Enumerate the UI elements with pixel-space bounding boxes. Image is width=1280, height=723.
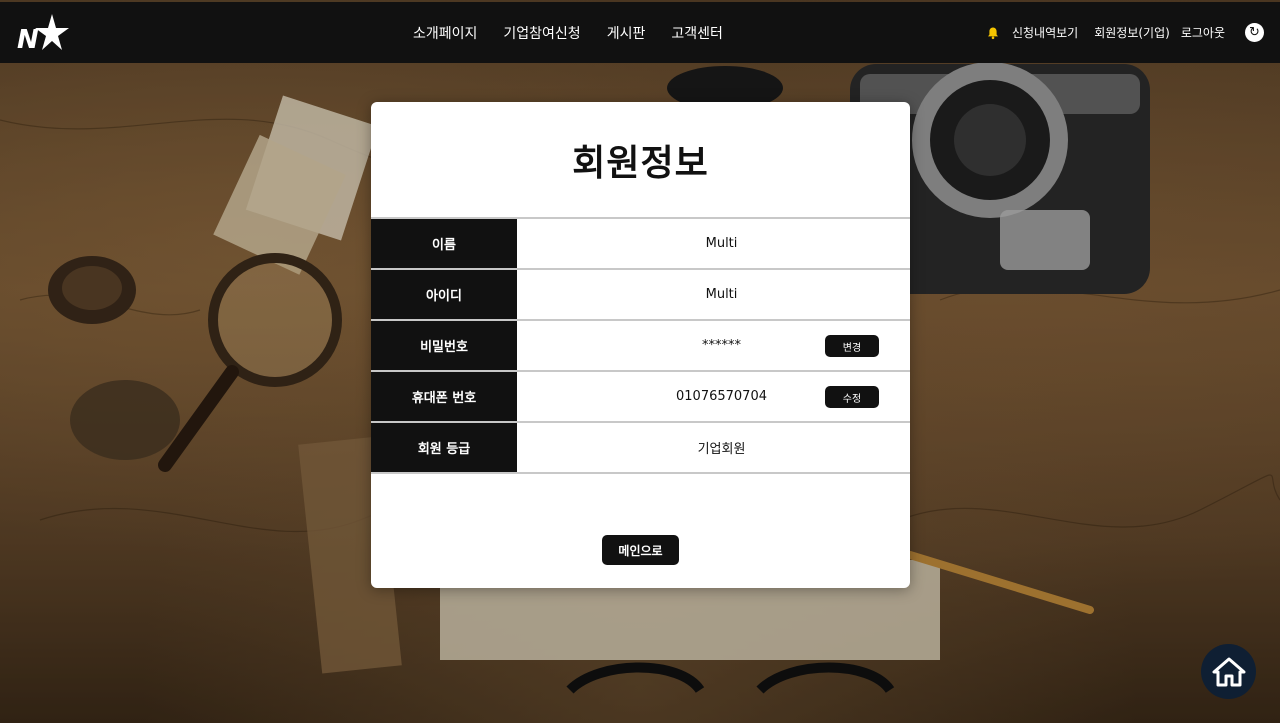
- row-label: 아이디: [371, 270, 517, 319]
- row-value: 기업회원: [517, 423, 910, 472]
- member-grade-value: 기업회원: [697, 442, 746, 457]
- row-label: 휴대폰 번호: [371, 372, 517, 421]
- row-value: 01076570704 수정: [517, 372, 910, 421]
- row-value: Multi: [517, 270, 910, 319]
- table-row-id: 아이디 Multi: [371, 270, 910, 321]
- n-star-logo-icon: N: [17, 14, 69, 55]
- applications-link[interactable]: 신청내역보기: [1012, 24, 1078, 41]
- logout-link[interactable]: 로그아웃: [1181, 24, 1225, 41]
- nav-link-board[interactable]: 게시판: [607, 23, 646, 43]
- bell-icon[interactable]: [986, 26, 1000, 40]
- brand-logo[interactable]: N: [14, 10, 70, 56]
- refresh-icon[interactable]: ↻: [1245, 23, 1264, 42]
- home-button[interactable]: [1201, 644, 1256, 699]
- table-row-password: 비밀번호 ****** 변경: [371, 321, 910, 372]
- member-info-link[interactable]: 회원정보(기업): [1094, 24, 1170, 41]
- edit-phone-button[interactable]: 수정: [825, 386, 879, 408]
- row-label: 회원 등급: [371, 423, 517, 472]
- table-row-grade: 회원 등급 기업회원: [371, 423, 910, 474]
- password-value: ******: [702, 338, 741, 353]
- row-value: Multi: [517, 219, 910, 268]
- member-info-card: 회원정보 이름 Multi 아이디 Multi 비밀번호 ****** 변경 휴…: [371, 102, 910, 588]
- nav-link-company-apply[interactable]: 기업참여신청: [503, 23, 580, 43]
- member-info-table: 이름 Multi 아이디 Multi 비밀번호 ****** 변경 휴대폰 번호…: [371, 217, 910, 474]
- top-navigation-bar: N 소개페이지 기업참여신청 게시판 고객센터 신청내역보기 회원정보(기업) …: [0, 2, 1280, 63]
- row-value: ****** 변경: [517, 321, 910, 370]
- name-value: Multi: [705, 236, 738, 251]
- nav-link-support[interactable]: 고객센터: [671, 23, 723, 43]
- home-icon: [1212, 657, 1245, 686]
- go-main-button[interactable]: 메인으로: [602, 535, 679, 565]
- utility-menu: 신청내역보기 회원정보(기업) 로그아웃 ↻: [986, 2, 1264, 63]
- row-label: 이름: [371, 219, 517, 268]
- change-password-button[interactable]: 변경: [825, 335, 879, 357]
- svg-text:N: N: [17, 25, 39, 55]
- main-menu: 소개페이지 기업참여신청 게시판 고객센터: [413, 2, 749, 63]
- row-label: 비밀번호: [371, 321, 517, 370]
- table-row-name: 이름 Multi: [371, 219, 910, 270]
- id-value: Multi: [705, 287, 738, 302]
- nav-link-about[interactable]: 소개페이지: [413, 23, 477, 43]
- table-row-phone: 휴대폰 번호 01076570704 수정: [371, 372, 910, 423]
- page-title: 회원정보: [572, 143, 709, 184]
- phone-value: 01076570704: [676, 389, 767, 404]
